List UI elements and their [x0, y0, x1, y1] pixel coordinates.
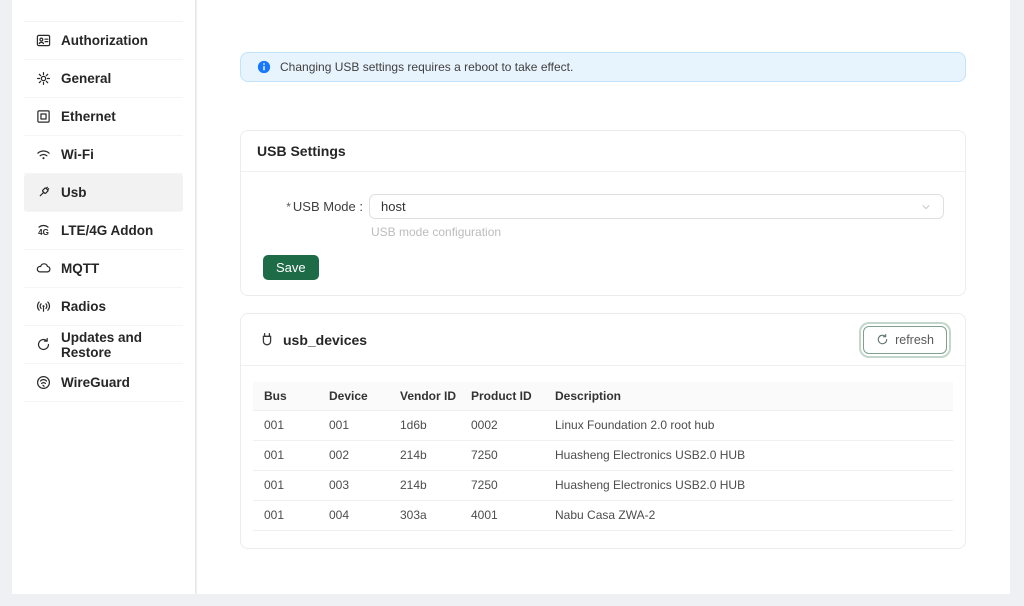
- usb-mode-help-text: USB mode configuration: [371, 225, 965, 239]
- refresh-button[interactable]: refresh: [863, 326, 947, 354]
- table-cell: 214b: [389, 470, 460, 500]
- table-cell: Linux Foundation 2.0 root hub: [544, 410, 953, 440]
- usb-mode-label-text: USB Mode :: [293, 199, 363, 214]
- usb-mode-select-value: host: [381, 199, 406, 214]
- sidebar-item-label: Wi-Fi: [61, 147, 94, 162]
- table-cell: 001: [253, 470, 318, 500]
- table-cell: 001: [318, 410, 389, 440]
- table-cell: Huasheng Electronics USB2.0 HUB: [544, 440, 953, 470]
- table-cell: 214b: [389, 440, 460, 470]
- column-header-vendor-id: Vendor ID: [389, 382, 460, 410]
- refresh-icon: [876, 333, 889, 346]
- updates-icon: [36, 337, 51, 352]
- sidebar-item-label: Updates and Restore: [61, 330, 171, 360]
- column-header-bus: Bus: [253, 382, 318, 410]
- sidebar-item-authorization[interactable]: Authorization: [24, 22, 183, 60]
- usb-devices-table-wrap: BusDeviceVendor IDProduct IDDescription …: [253, 382, 953, 531]
- refresh-button-label: refresh: [895, 333, 934, 347]
- sidebar-item-wireguard[interactable]: WireGuard: [24, 364, 183, 402]
- usb-mode-form-row: *USB Mode : host: [241, 194, 965, 219]
- table-cell: 001: [253, 440, 318, 470]
- gear-icon: [36, 71, 51, 86]
- usb-mode-label: *USB Mode :: [241, 199, 369, 214]
- info-banner-text: Changing USB settings requires a reboot …: [280, 60, 573, 74]
- usb-devices-card-header: usb_devices refresh: [241, 314, 965, 366]
- usb-plug-icon: [259, 332, 275, 348]
- table-cell: 303a: [389, 500, 460, 530]
- sidebar-item-label: WireGuard: [61, 375, 130, 390]
- table-row: 001003214b7250Huasheng Electronics USB2.…: [253, 470, 953, 500]
- wifi-icon: [36, 147, 51, 162]
- sidebar-item-wi-fi[interactable]: Wi-Fi: [24, 136, 183, 174]
- table-cell: 0002: [460, 410, 544, 440]
- table-cell: 001: [253, 500, 318, 530]
- table-row: 0010011d6b0002Linux Foundation 2.0 root …: [253, 410, 953, 440]
- usb-mode-select[interactable]: host: [369, 194, 944, 219]
- table-row: 001002214b7250Huasheng Electronics USB2.…: [253, 440, 953, 470]
- sidebar-item-label: Usb: [61, 185, 87, 200]
- table-cell: 001: [253, 410, 318, 440]
- table-body: 0010011d6b0002Linux Foundation 2.0 root …: [253, 410, 953, 530]
- usb-settings-title: USB Settings: [257, 143, 346, 159]
- sidebar-item-label: LTE/4G Addon: [61, 223, 153, 238]
- table-cell: 7250: [460, 470, 544, 500]
- ethernet-icon: [36, 109, 51, 124]
- sidebar-item-usb[interactable]: Usb: [24, 174, 183, 212]
- sidebar: Authorization General Ethernet Wi-Fi Usb 4G LT…: [12, 0, 196, 594]
- usb-settings-card: USB Settings *USB Mode : host USB mode c…: [240, 130, 966, 296]
- info-icon: [257, 60, 271, 74]
- usb-settings-card-header: USB Settings: [241, 131, 965, 172]
- table-cell: 003: [318, 470, 389, 500]
- table-cell: 1d6b: [389, 410, 460, 440]
- radios-icon: [36, 299, 51, 314]
- sidebar-item-updates-and-restore[interactable]: Updates and Restore: [24, 326, 183, 364]
- svg-text:4G: 4G: [38, 228, 49, 237]
- sidebar-item-mqtt[interactable]: MQTT: [24, 250, 183, 288]
- sidebar-item-label: Ethernet: [61, 109, 116, 124]
- column-header-description: Description: [544, 382, 953, 410]
- required-mark: *: [286, 200, 291, 214]
- sidebar-item-label: Authorization: [61, 33, 148, 48]
- usb-devices-table: BusDeviceVendor IDProduct IDDescription …: [253, 382, 953, 531]
- sidebar-item-radios[interactable]: Radios: [24, 288, 183, 326]
- column-header-device: Device: [318, 382, 389, 410]
- authorization-icon: [36, 33, 51, 48]
- page: Authorization General Ethernet Wi-Fi Usb 4G LT…: [0, 0, 1024, 606]
- table-cell: Nabu Casa ZWA-2: [544, 500, 953, 530]
- usb-devices-title: usb_devices: [283, 332, 367, 348]
- sidebar-item-ethernet[interactable]: Ethernet: [24, 98, 183, 136]
- sidebar-menu: Authorization General Ethernet Wi-Fi Usb 4G LT…: [24, 21, 183, 402]
- main-content: Changing USB settings requires a reboot …: [197, 0, 1010, 594]
- mqtt-icon: [36, 261, 51, 276]
- usb-devices-card: usb_devices refresh BusDeviceVendor IDPr…: [240, 313, 966, 549]
- sidebar-item-label: General: [61, 71, 111, 86]
- wireguard-icon: [36, 375, 51, 390]
- sidebar-item-lte-4g-addon[interactable]: 4G LTE/4G Addon: [24, 212, 183, 250]
- table-row: 001004303a4001Nabu Casa ZWA-2: [253, 500, 953, 530]
- usb-icon: [36, 185, 51, 200]
- column-header-product-id: Product ID: [460, 382, 544, 410]
- table-cell: 4001: [460, 500, 544, 530]
- lte-4g-icon: 4G: [36, 223, 51, 238]
- chevron-down-icon: [920, 201, 932, 213]
- save-button[interactable]: Save: [263, 255, 319, 280]
- sidebar-item-general[interactable]: General: [24, 60, 183, 98]
- table-cell: Huasheng Electronics USB2.0 HUB: [544, 470, 953, 500]
- table-cell: 004: [318, 500, 389, 530]
- table-cell: 7250: [460, 440, 544, 470]
- table-cell: 002: [318, 440, 389, 470]
- info-banner: Changing USB settings requires a reboot …: [240, 52, 966, 82]
- sidebar-item-label: MQTT: [61, 261, 99, 276]
- table-head: BusDeviceVendor IDProduct IDDescription: [253, 382, 953, 410]
- sidebar-item-label: Radios: [61, 299, 106, 314]
